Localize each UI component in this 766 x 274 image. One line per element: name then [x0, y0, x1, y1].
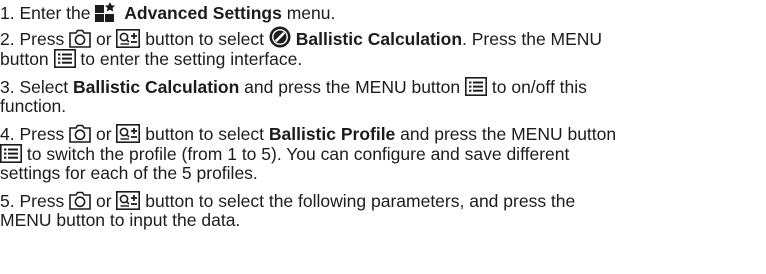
step-number: 2. — [0, 29, 15, 49]
step-1: 1. Enter the Advanced Settings menu. — [0, 2, 758, 23]
step-text: and press the MENU button — [244, 77, 461, 97]
step-text: button to select the following parameter… — [145, 191, 576, 211]
menu-button-icon — [0, 144, 22, 163]
step-text: button — [0, 49, 49, 69]
menu-button-icon — [53, 49, 76, 68]
setting-name: Ballistic Calculation — [295, 29, 463, 49]
instruction-page: 1. Enter the Advanced Settings menu. 2. … — [0, 0, 766, 274]
step-text: button to select — [145, 29, 264, 49]
camera-button-icon — [69, 191, 91, 210]
step-5: 5. Press or button to select the followi… — [0, 191, 758, 230]
menu-name: Advanced Settings — [124, 3, 282, 23]
zoom-button-icon — [116, 124, 141, 143]
step-number: 4. — [0, 124, 15, 144]
menu-button-icon — [465, 77, 487, 96]
step-text: . Press the MENU — [462, 29, 603, 49]
step-text: to enter the setting interface. — [80, 49, 303, 69]
step-text: function. — [0, 96, 67, 116]
step-text: and press the MENU button — [400, 124, 617, 144]
step-text: Press — [19, 191, 65, 211]
step-text: Press — [19, 29, 65, 49]
step-text: Press — [19, 124, 65, 144]
zoom-button-icon — [116, 191, 141, 210]
camera-button-icon — [69, 29, 91, 48]
camera-button-icon — [69, 124, 91, 143]
step-number: 3. — [0, 77, 15, 97]
step-text: MENU button to input the data. — [0, 210, 241, 230]
step-text: Select — [19, 77, 69, 97]
step-text: or — [95, 191, 112, 211]
zoom-button-icon — [116, 29, 141, 48]
step-number: 1. — [0, 3, 15, 23]
step-text: to on/off this — [491, 77, 587, 97]
advanced-settings-icon — [95, 2, 119, 22]
step-text: or — [95, 124, 112, 144]
step-2: 2. Press or button to select Ballistic C… — [0, 26, 758, 69]
step-3: 3. Select Ballistic Calculation and pres… — [0, 77, 758, 116]
step-text: menu. — [286, 3, 336, 23]
step-text: Enter the — [19, 3, 91, 23]
step-number: 5. — [0, 191, 15, 211]
step-4: 4. Press or button to select Ballistic P… — [0, 124, 758, 183]
step-text: settings for each of the 5 profiles. — [0, 163, 258, 183]
step-text: to switch the profile (from 1 to 5). You… — [26, 144, 570, 164]
ballistic-calculation-icon — [269, 26, 291, 48]
step-text: or — [95, 29, 112, 49]
setting-name: Ballistic Profile — [268, 124, 396, 144]
setting-name: Ballistic Calculation — [73, 77, 240, 97]
step-text: button to select — [145, 124, 264, 144]
